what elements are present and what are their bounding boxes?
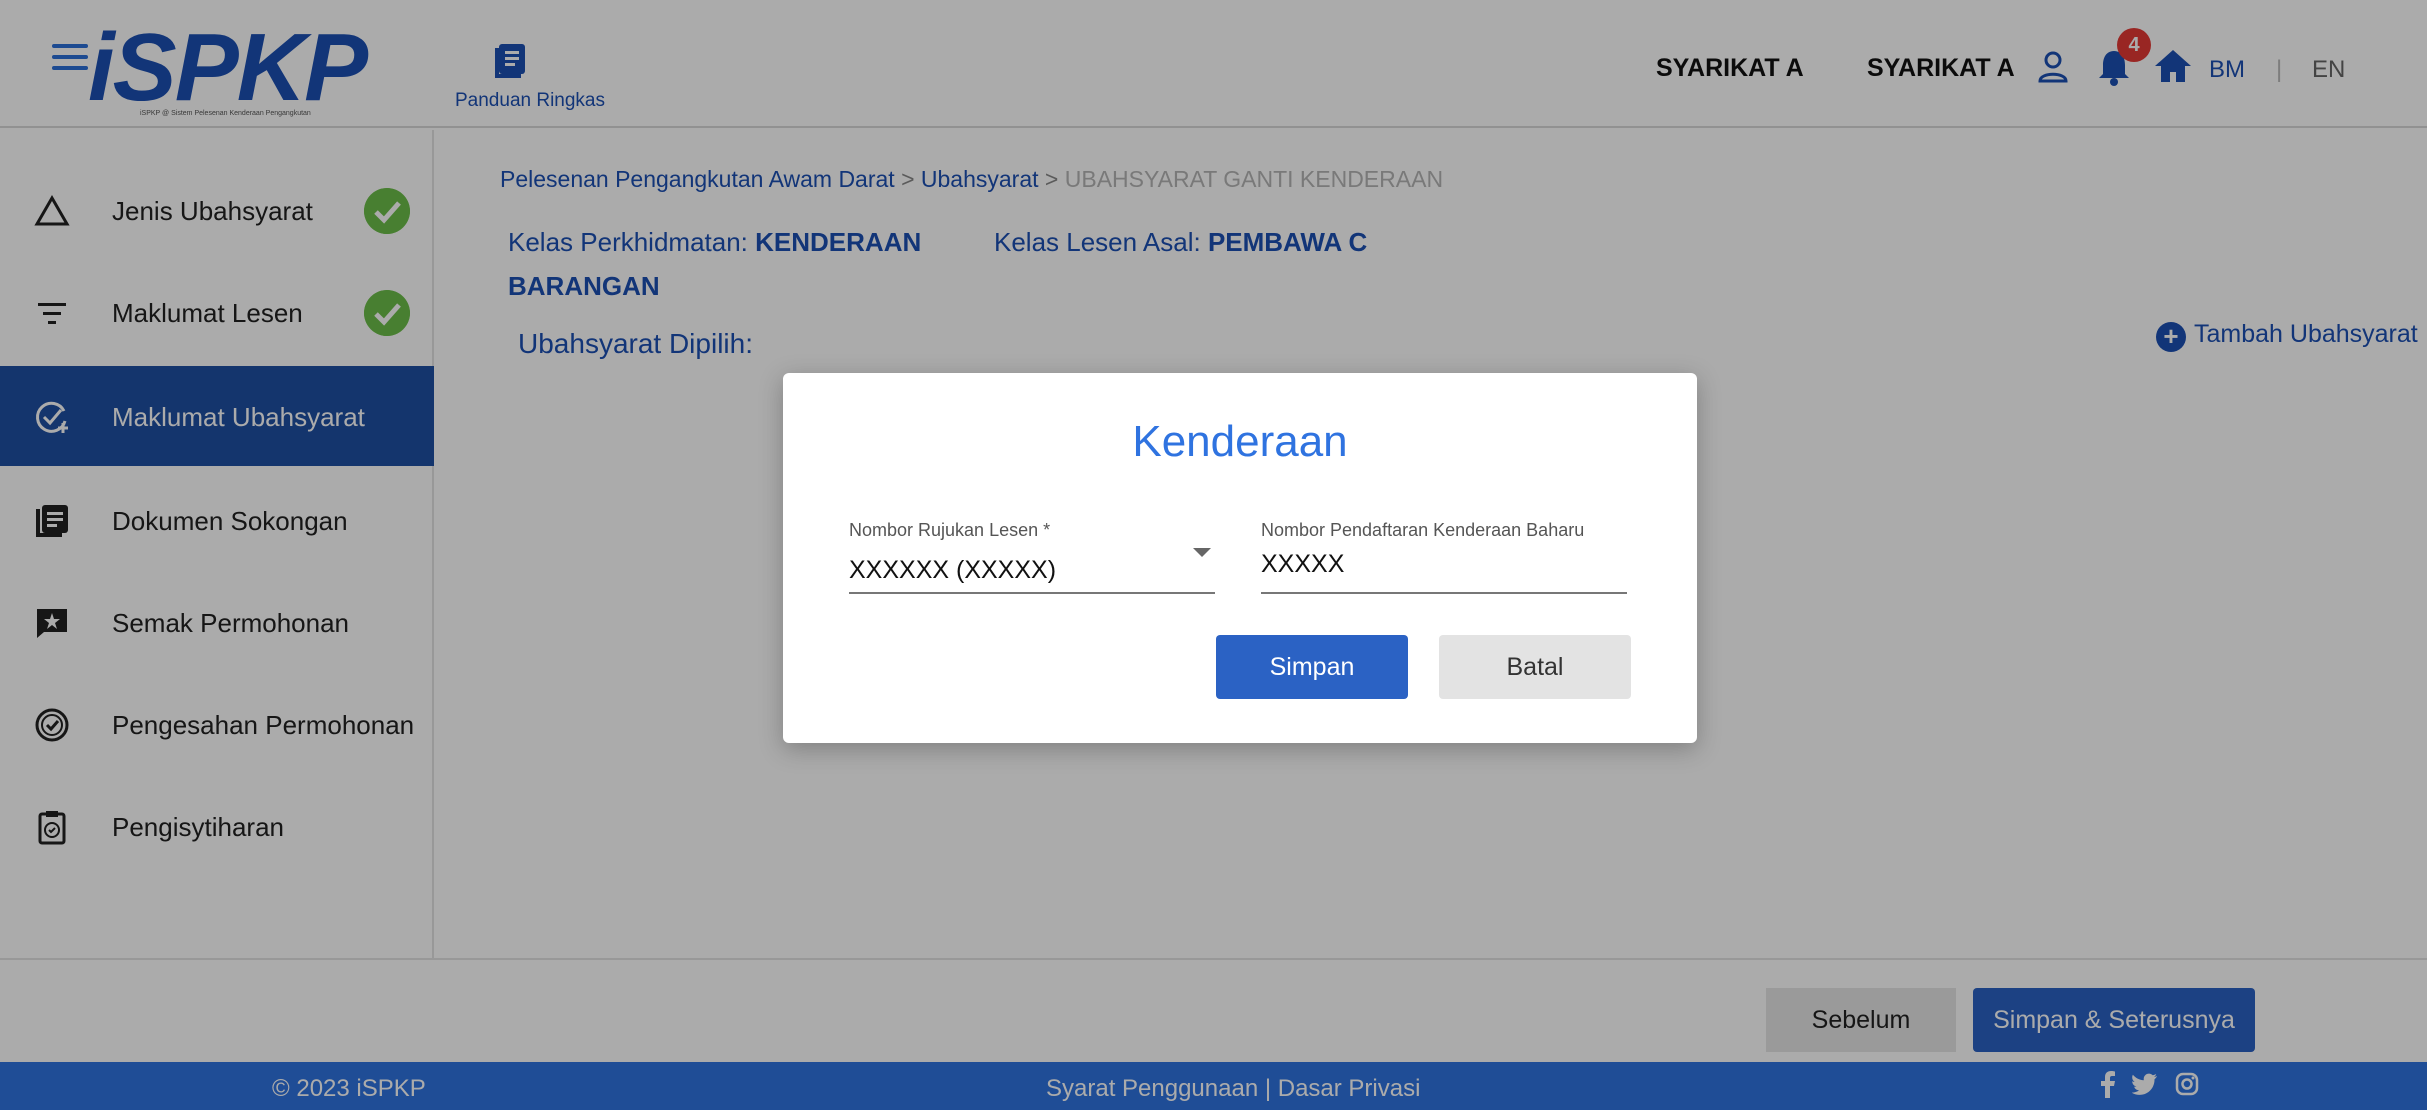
license-ref-label: Nombor Rujukan Lesen *	[849, 520, 1051, 540]
chevron-down-icon[interactable]	[1193, 548, 1211, 557]
app-window: iSPKP iSPKP @ Sistem Pelesenan Kenderaan…	[0, 0, 2427, 1110]
cancel-button[interactable]: Batal	[1439, 635, 1631, 699]
vehicle-dialog: Kenderaan Nombor Rujukan Lesen * XXXXXX …	[783, 373, 1697, 743]
save-button[interactable]: Simpan	[1216, 635, 1408, 699]
new-reg-number-field[interactable]: Nombor Pendaftaran Kenderaan Baharu XXXX…	[1261, 520, 1627, 594]
dialog-title: Kenderaan	[1132, 417, 1348, 466]
new-reg-value: XXXXX	[1261, 550, 1345, 578]
license-ref-value: XXXXXX (XXXXX)	[849, 556, 1057, 584]
license-ref-select[interactable]: Nombor Rujukan Lesen * XXXXXX (XXXXX)	[849, 520, 1215, 594]
new-reg-label: Nombor Pendaftaran Kenderaan Baharu	[1261, 520, 1585, 540]
